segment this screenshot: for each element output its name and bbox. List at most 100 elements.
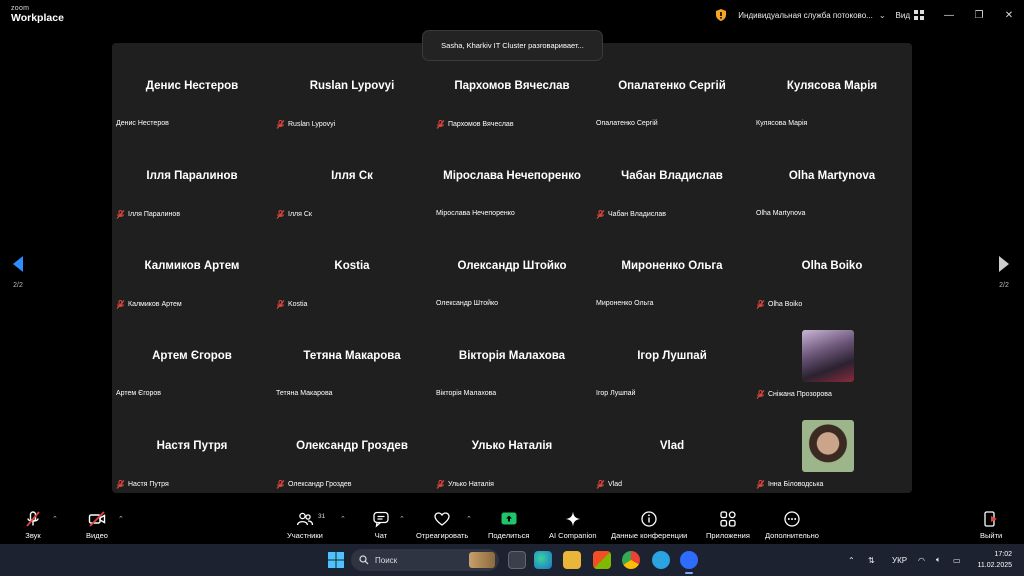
mic-muted-icon xyxy=(26,511,40,527)
security-shield-icon[interactable] xyxy=(714,8,728,22)
restore-button[interactable]: ❐ xyxy=(964,0,994,30)
mic-muted-icon xyxy=(276,300,288,309)
participant-tile[interactable]: Olha Martynova Olha Martynova xyxy=(752,133,912,223)
participant-tile[interactable]: Мірослава Нечепоренко Мірослава Нечепорен… xyxy=(432,133,592,223)
chevron-down-icon[interactable]: ⌄ xyxy=(879,11,886,20)
tray-chevron-icon[interactable]: ⌃ xyxy=(848,544,855,576)
participant-name: Опалатенко Сергій xyxy=(596,120,658,127)
participant-tile[interactable]: Артем Єгоров Артем Єгоров xyxy=(112,313,272,403)
network-activity-icon[interactable]: ⇅ xyxy=(868,544,875,576)
ai-companion-button[interactable]: AI Companion xyxy=(549,510,597,540)
leave-button[interactable]: Выйти xyxy=(980,510,1002,540)
zoom-logo: zoom Workplace xyxy=(11,5,64,24)
participants-count: 31 xyxy=(318,513,326,520)
participant-name: Настя Путря xyxy=(128,481,169,488)
participant-tile[interactable]: Улько Наталія Улько Наталія xyxy=(432,403,592,493)
audio-button[interactable]: Звук xyxy=(24,510,42,540)
participant-tile[interactable]: Денис Нестеров Денис Нестеров xyxy=(112,43,272,133)
participant-name: Олександр Гроздев xyxy=(288,481,352,488)
participant-name-large: Олександр Гроздев xyxy=(296,440,408,452)
participant-tile[interactable]: Кулясова Марія Кулясова Марія xyxy=(752,43,912,133)
participant-video xyxy=(802,330,854,382)
zoom-app-icon[interactable] xyxy=(680,551,698,569)
participant-tile[interactable]: Чабан Владислав Чабан Владислав xyxy=(592,133,752,223)
participant-name: Інна Біловодська xyxy=(768,481,824,488)
info-icon xyxy=(641,511,657,527)
task-view-icon[interactable] xyxy=(508,551,526,569)
video-button[interactable]: Видео xyxy=(86,510,108,540)
participant-tile[interactable]: Настя Путря Настя Путря xyxy=(112,403,272,493)
volume-icon[interactable]: 🔈︎ xyxy=(936,544,941,576)
participant-caption: Вікторія Малахова xyxy=(436,390,496,397)
audio-options-caret[interactable]: ⌃ xyxy=(52,515,58,523)
participant-tile[interactable]: Ігор Лушпай Ігор Лушпай xyxy=(592,313,752,403)
participant-tile[interactable]: Сніжана Прозорова xyxy=(752,313,912,403)
participant-tile[interactable]: Калмиков Артем Калмиков Артем xyxy=(112,223,272,313)
participant-tile[interactable]: Ілля Ск Ілля Ск xyxy=(272,133,432,223)
language-indicator[interactable]: УКР xyxy=(892,544,907,576)
participants-options-caret[interactable]: ⌃ xyxy=(340,515,346,523)
minimize-button[interactable]: — xyxy=(934,0,964,30)
mic-muted-icon xyxy=(436,480,448,489)
more-button[interactable]: Дополнительно xyxy=(765,510,819,540)
taskbar-search[interactable]: Поиск xyxy=(351,549,499,571)
system-clock[interactable]: 17:02 11.02.2025 xyxy=(977,549,1012,571)
mic-muted-icon xyxy=(116,300,128,309)
participant-tile[interactable]: Olha Boiko Olha Boiko xyxy=(752,223,912,313)
chat-button[interactable]: Чат xyxy=(372,510,390,540)
page-indicator-right: 2/2 xyxy=(999,282,1009,289)
participant-tile[interactable]: Олександр Гроздев Олександр Гроздев xyxy=(272,403,432,493)
chrome-icon[interactable] xyxy=(622,551,640,569)
apps-button[interactable]: Приложения xyxy=(706,510,750,540)
windows-start-icon[interactable] xyxy=(328,552,344,568)
participant-tile[interactable]: Тетяна Макарова Тетяна Макарова xyxy=(272,313,432,403)
participant-video xyxy=(802,420,854,472)
share-button[interactable]: Поделиться xyxy=(488,510,529,540)
more-icon xyxy=(784,511,800,527)
mic-muted-icon xyxy=(436,120,448,129)
react-options-caret[interactable]: ⌃ xyxy=(466,515,472,523)
participant-tile[interactable]: Ілля Паралинов Ілля Паралинов xyxy=(112,133,272,223)
participant-name-large: Настя Путря xyxy=(156,440,228,452)
next-page-button[interactable]: 2/2 xyxy=(994,255,1014,289)
participant-tile[interactable]: Ruslan Lypovyi Ruslan Lypovyi xyxy=(272,43,432,133)
meeting-info-button[interactable]: Данные конференции xyxy=(611,510,687,540)
more-label: Дополнительно xyxy=(765,531,819,540)
mic-muted-icon xyxy=(756,300,768,309)
participant-caption: Настя Путря xyxy=(116,480,169,489)
participant-tile[interactable]: Опалатенко Сергій Опалатенко Сергій xyxy=(592,43,752,133)
participant-name: Артем Єгоров xyxy=(116,390,162,397)
telegram-icon[interactable] xyxy=(652,551,670,569)
prev-page-button[interactable]: 2/2 xyxy=(8,255,28,289)
view-button[interactable]: Вид xyxy=(896,10,924,20)
store-icon[interactable] xyxy=(593,551,611,569)
participant-tile[interactable]: Олександр Штойко Олександр Штойко xyxy=(432,223,592,313)
video-label: Видео xyxy=(86,531,108,540)
participant-tile[interactable]: Інна Біловодська xyxy=(752,403,912,493)
heart-icon xyxy=(434,512,450,526)
video-options-caret[interactable]: ⌃ xyxy=(118,515,124,523)
participant-name-large: Мірослава Нечепоренко xyxy=(443,170,581,182)
participant-tile[interactable]: Мироненко Ольга Мироненко Ольга xyxy=(592,223,752,313)
battery-icon[interactable]: ▭ xyxy=(953,544,961,576)
react-button[interactable]: Отреагировать xyxy=(416,510,468,540)
file-explorer-icon[interactable] xyxy=(563,551,581,569)
mic-muted-icon xyxy=(756,480,768,489)
view-label: Вид xyxy=(895,10,910,20)
participant-caption: Ігор Лушпай xyxy=(596,390,635,397)
participant-tile[interactable]: Kostia Kostia xyxy=(272,223,432,313)
mic-muted-icon xyxy=(276,480,288,489)
meeting-title[interactable]: Индивидуальная служба потоково... xyxy=(738,11,873,20)
participant-tile[interactable]: Vlad Vlad xyxy=(592,403,752,493)
close-button[interactable]: ✕ xyxy=(994,0,1024,30)
active-app-indicator xyxy=(685,572,693,574)
participant-name: Калмиков Артем xyxy=(128,301,182,308)
participant-caption: Vlad xyxy=(596,480,622,489)
participant-caption: Ілля Паралинов xyxy=(116,210,180,219)
participant-tile[interactable]: Вікторія Малахова Вікторія Малахова xyxy=(432,313,592,403)
chat-options-caret[interactable]: ⌃ xyxy=(399,515,405,523)
edge-browser-icon[interactable] xyxy=(534,551,552,569)
participant-name-large: Улько Наталія xyxy=(471,440,553,452)
arrow-left-icon xyxy=(13,256,23,272)
wifi-icon[interactable]: ◠ xyxy=(918,544,925,576)
